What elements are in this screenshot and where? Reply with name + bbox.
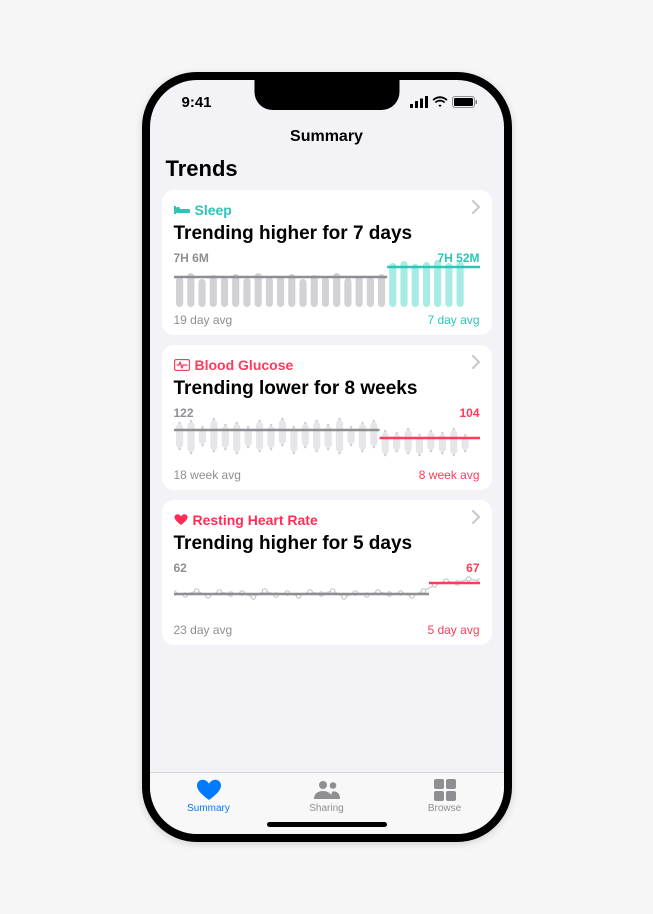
notch: [254, 80, 399, 110]
heart-chart: 62 67: [174, 563, 480, 617]
avg-left: 18 week avg: [174, 468, 241, 482]
card-headline: Trending higher for 7 days: [174, 223, 480, 245]
chevron-right-icon: [472, 200, 480, 219]
status-time: 9:41: [182, 94, 212, 111]
tab-sharing[interactable]: Sharing: [292, 779, 362, 814]
glucose-chart: 122 104: [174, 408, 480, 462]
screen: 9:41 Summary Trends Sleep: [150, 80, 504, 834]
avg-right: 8 week avg: [419, 468, 480, 482]
wifi-icon: [432, 96, 448, 108]
avg-left: 19 day avg: [174, 313, 233, 327]
home-indicator[interactable]: [267, 822, 387, 827]
avg-right: 7 day avg: [427, 313, 479, 327]
page-title: Summary: [150, 124, 504, 154]
tab-label: Browse: [428, 803, 461, 814]
sleep-chart: 7H 6M 7H 52M: [174, 253, 480, 307]
grid-icon: [434, 779, 456, 801]
heart-icon: [174, 514, 188, 526]
card-label: Resting Heart Rate: [193, 512, 318, 528]
card-label: Sleep: [195, 202, 232, 218]
section-title: Trends: [150, 154, 504, 190]
tab-summary[interactable]: Summary: [174, 779, 244, 814]
tab-label: Summary: [187, 803, 230, 814]
card-headline: Trending higher for 5 days: [174, 533, 480, 555]
trend-card-heart[interactable]: Resting Heart Rate Trending higher for 5…: [162, 500, 492, 645]
battery-icon: [452, 96, 478, 108]
tab-browse[interactable]: Browse: [410, 779, 480, 814]
avg-left: 23 day avg: [174, 623, 233, 637]
glucose-icon: [174, 359, 190, 371]
phone-frame: 9:41 Summary Trends Sleep: [142, 72, 512, 842]
content-scroll[interactable]: Sleep Trending higher for 7 days 7H 6M 7…: [150, 190, 504, 772]
chevron-right-icon: [472, 510, 480, 529]
avg-right: 5 day avg: [427, 623, 479, 637]
card-label: Blood Glucose: [195, 357, 294, 373]
people-icon: [312, 779, 342, 801]
chevron-right-icon: [472, 355, 480, 374]
tab-label: Sharing: [309, 803, 343, 814]
card-headline: Trending lower for 8 weeks: [174, 378, 480, 400]
heart-fill-icon: [196, 779, 222, 801]
bed-icon: [174, 204, 190, 216]
trend-card-glucose[interactable]: Blood Glucose Trending lower for 8 weeks…: [162, 345, 492, 490]
trend-card-sleep[interactable]: Sleep Trending higher for 7 days 7H 6M 7…: [162, 190, 492, 335]
status-indicators: [410, 96, 478, 108]
cellular-icon: [410, 96, 428, 108]
